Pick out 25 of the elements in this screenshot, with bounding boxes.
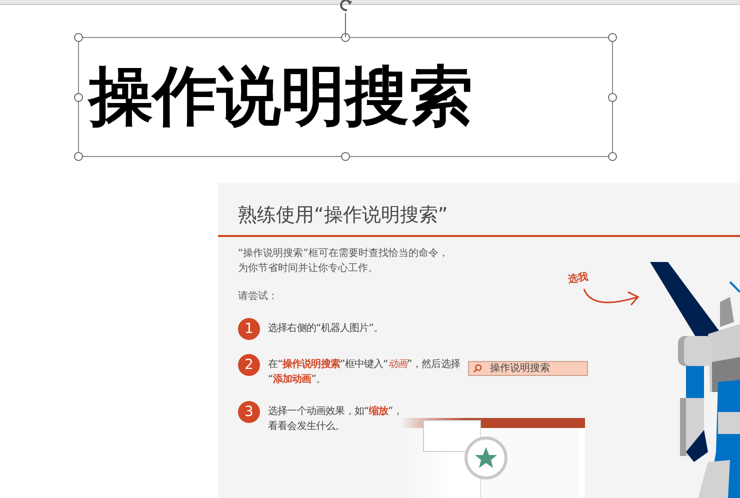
callout-text: 选我 [567, 270, 589, 286]
resize-handle[interactable] [341, 152, 350, 161]
text-box-text: 操作说明搜索 [89, 65, 473, 129]
step-number: 1 [238, 318, 260, 340]
step-text: 选择一个动画效果，如“缩放”， [268, 404, 402, 419]
intro-text: “操作说明搜索”框可在需要时查找恰当的命令， [238, 246, 448, 261]
step-text: 选择右侧的“机器人图片”。 [268, 322, 384, 336]
step-number: 2 [238, 354, 260, 376]
rotate-handle-icon[interactable] [338, 0, 354, 12]
resize-handle[interactable] [74, 152, 83, 161]
step-text: 看看会发生什么。 [268, 420, 345, 434]
step-text: “添加动画”。 [268, 372, 326, 387]
step-number: 3 [238, 401, 260, 423]
search-field[interactable]: 操作说明搜索 [468, 361, 588, 376]
search-icon [473, 364, 482, 373]
slide-title: 熟练使用“操作说明搜索” [238, 203, 449, 227]
resize-handle[interactable] [74, 93, 83, 102]
resize-handle[interactable] [608, 152, 617, 161]
intro-text: 为你节省时间并让你专心工作。 [238, 262, 378, 276]
resize-handle[interactable] [74, 33, 83, 42]
resize-handle[interactable] [341, 33, 350, 42]
resize-handle[interactable] [608, 93, 617, 102]
step-text: 在“操作说明搜索”框中键入“动画”，然后选择 [268, 358, 460, 372]
prompt-text: 请尝试： [238, 290, 278, 304]
resize-handle[interactable] [608, 33, 617, 42]
